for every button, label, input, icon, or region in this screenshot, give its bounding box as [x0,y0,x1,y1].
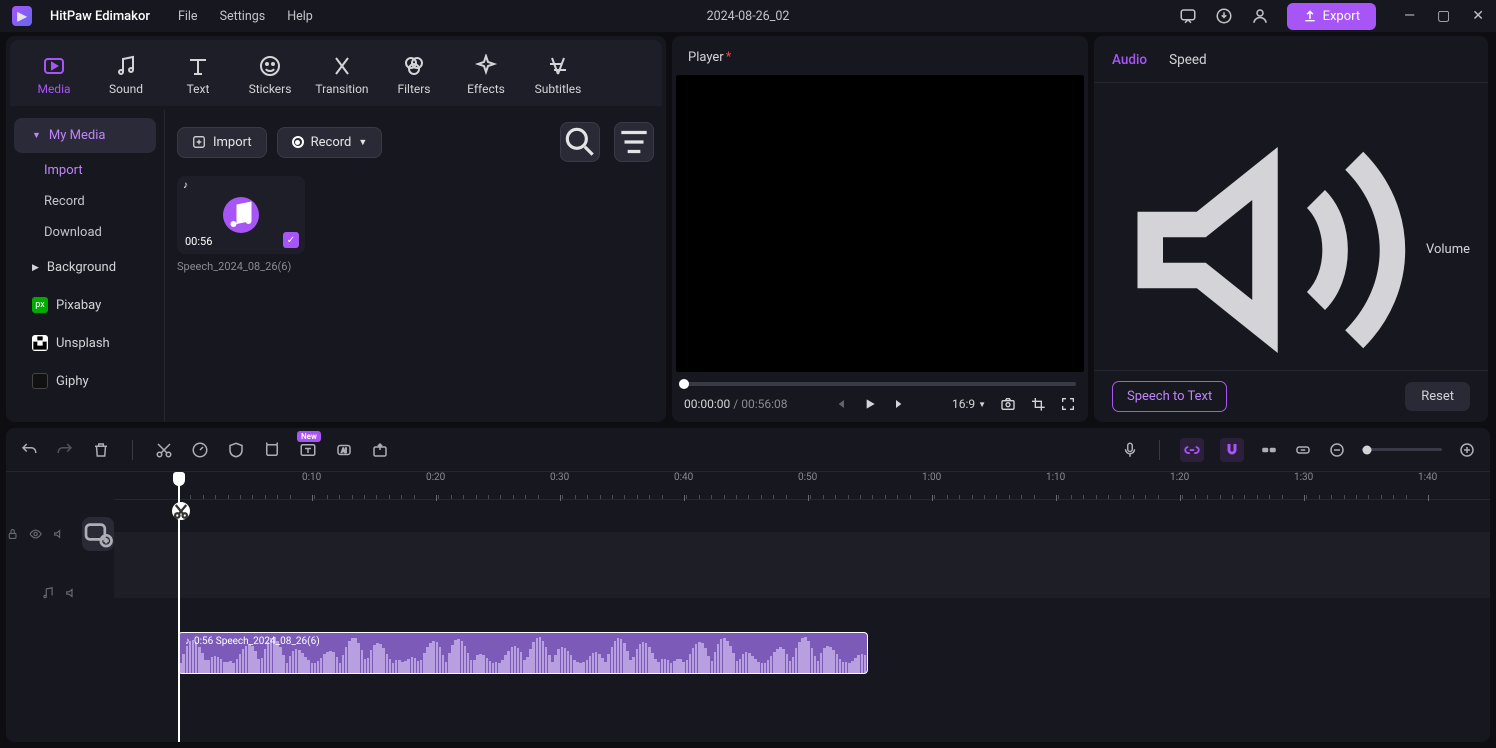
properties-panel: Audio Speed Volume 100%▲▼ Fade In 0s▲▼ F… [1094,36,1488,422]
media-clip[interactable]: ♪ 00:56 ✓ Speech_2024_08_26(6) [177,176,305,273]
search-button[interactable] [560,122,600,162]
aspect-ratio-selector[interactable]: 16:9▼ [952,397,986,411]
timeline-tracks[interactable]: 0:100:200:300:400:501:001:101:201:301:40… [114,472,1490,742]
tab-audio[interactable]: Audio [1112,52,1147,68]
sidebar-background[interactable]: ▶Background [14,250,156,285]
record-button[interactable]: Record▼ [277,127,383,158]
next-frame-icon[interactable] [892,396,908,412]
minimize-button[interactable]: — [1404,8,1415,24]
speech-to-text-button[interactable]: Speech to Text [1112,381,1227,412]
export-clip-icon[interactable] [371,441,389,459]
text-clip-icon[interactable]: New [299,441,317,459]
reset-button[interactable]: Reset [1405,382,1470,411]
tab-media[interactable]: Media [18,48,90,106]
menu-bar: File Settings Help [178,9,313,24]
snapshot-icon[interactable] [1000,396,1016,412]
sidebar: ▼My Media Import Record Download ▶Backgr… [6,110,164,422]
maximize-button[interactable]: ▢ [1437,8,1450,24]
menu-file[interactable]: File [178,9,198,24]
chat-icon[interactable] [1179,7,1197,25]
player-panel: Player* 00:00:00 / 00:56:08 16:9▼ [672,36,1088,422]
app-name: HitPaw Edimakor [50,9,150,24]
tab-text[interactable]: Text [162,48,234,106]
export-label: Export [1323,9,1361,24]
sidebar-import[interactable]: Import [6,155,164,186]
sidebar-giphy[interactable]: Giphy [14,363,156,399]
timeline-panel: New AI [6,428,1490,742]
audio-track-mute-icon[interactable] [65,586,79,600]
tab-speed[interactable]: Speed [1169,52,1207,68]
sidebar-unsplash[interactable]: Unsplash [14,325,156,361]
undo-icon[interactable] [20,441,38,459]
player-canvas[interactable] [676,75,1084,372]
tab-effects[interactable]: Effects [450,48,522,106]
magnet-icon[interactable] [1220,438,1244,462]
zoom-in-icon[interactable] [1458,441,1476,459]
menu-settings[interactable]: Settings [220,9,266,24]
audio-thumbnail-icon [223,197,259,233]
shield-icon[interactable] [227,441,245,459]
unsaved-indicator: * [726,50,732,65]
fit-icon[interactable] [1294,441,1312,459]
prev-frame-icon[interactable] [832,396,848,412]
media-content: Import Record▼ ♪ 00:56 ✓ Speech_2024_08_… [164,110,666,422]
link-icon[interactable] [1180,438,1204,462]
zoom-out-icon[interactable] [1328,441,1346,459]
sort-button[interactable] [614,122,654,162]
tab-subtitles[interactable]: Subtitles [522,48,594,106]
seek-bar[interactable] [684,382,1076,386]
crop-icon[interactable] [1030,396,1046,412]
volume-icon [1112,97,1418,370]
tab-transition[interactable]: Transition [306,48,378,106]
import-button[interactable]: Import [177,127,267,158]
add-media-button[interactable] [82,517,114,551]
download-icon[interactable] [1215,7,1233,25]
clip-name: Speech_2024_08_26(6) [177,260,305,273]
close-button[interactable]: ✕ [1472,8,1484,24]
player-time: 00:00:00 / 00:56:08 [684,397,787,411]
track-visible-icon[interactable] [29,527,42,541]
track-toggle-icon[interactable] [1260,441,1278,459]
user-icon[interactable] [1251,7,1269,25]
tab-filters[interactable]: Filters [378,48,450,106]
track-mute-icon[interactable] [53,527,66,541]
export-button[interactable]: Export [1287,3,1377,30]
zoom-slider[interactable] [1362,448,1442,451]
tab-stickers[interactable]: Stickers [234,48,306,106]
fullscreen-icon[interactable] [1060,396,1076,412]
ai-icon[interactable]: AI [335,441,353,459]
play-icon[interactable] [862,396,878,412]
timeline-ruler[interactable]: 0:100:200:300:400:501:001:101:201:301:40 [114,472,1490,500]
app-logo: ▶ [12,6,32,26]
mic-icon[interactable] [1121,441,1139,459]
project-title: 2024-08-26_02 [707,9,790,24]
menu-help[interactable]: Help [287,9,313,24]
sidebar-pixabay[interactable]: pxPixabay [14,287,156,323]
titlebar: ▶ HitPaw Edimakor File Settings Help 202… [0,0,1496,32]
clip-selected-icon: ✓ [283,232,299,248]
speed-icon[interactable] [191,441,209,459]
playhead-cut-icon[interactable] [172,502,190,520]
redo-icon[interactable] [56,441,74,459]
audio-track-icon[interactable] [41,586,55,600]
audio-clip[interactable]: ♪0:56 Speech_2024_08_26(6) [178,632,868,674]
track-lock-icon[interactable] [6,527,19,541]
crop-clip-icon[interactable] [263,441,281,459]
clip-duration: 00:56 [185,235,212,248]
svg-text:AI: AI [341,447,347,454]
media-panel: Media Sound Text Stickers Transition Fil… [6,36,666,422]
sidebar-record[interactable]: Record [6,186,164,217]
music-note-icon: ♪ [183,180,188,191]
delete-icon[interactable] [92,441,110,459]
player-title: Player [688,50,724,65]
top-tabs: Media Sound Text Stickers Transition Fil… [10,40,662,106]
sidebar-download[interactable]: Download [6,217,164,248]
tab-sound[interactable]: Sound [90,48,162,106]
sidebar-my-media[interactable]: ▼My Media [14,118,156,153]
cut-icon[interactable] [155,441,173,459]
